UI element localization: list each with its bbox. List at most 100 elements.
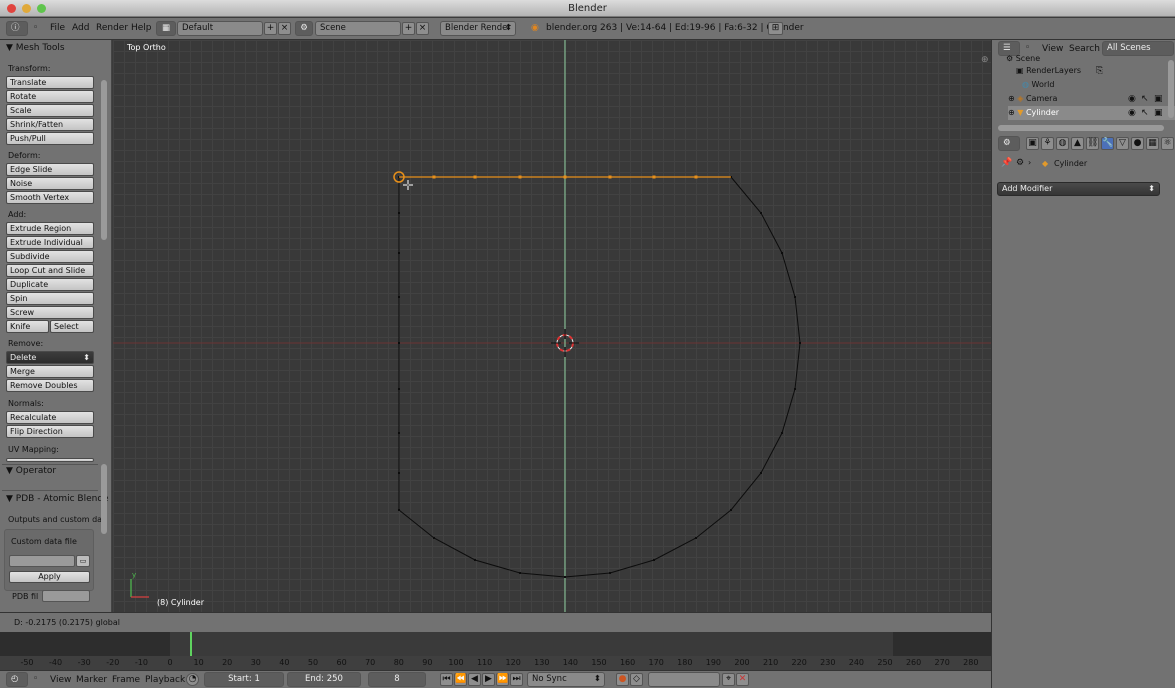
knife-select-button[interactable]: Select bbox=[50, 320, 94, 333]
current-frame-marker[interactable] bbox=[190, 632, 192, 656]
operator-panel-header[interactable]: ▼ Operator bbox=[6, 466, 56, 476]
jump-keyframe-forward-icon[interactable]: ⏩ bbox=[496, 673, 509, 686]
duplicate-button[interactable]: Duplicate bbox=[6, 278, 94, 291]
merge-button[interactable]: Merge bbox=[6, 365, 94, 378]
data-tab-icon[interactable]: ▽ bbox=[1116, 137, 1129, 150]
mesh-tools-panel-header[interactable]: ▼ Mesh Tools bbox=[6, 43, 65, 53]
texture-tab-icon[interactable]: ▦ bbox=[1146, 137, 1159, 150]
physics-tab-icon[interactable]: ⚛ bbox=[1161, 137, 1174, 150]
folder-icon[interactable]: ▭ bbox=[76, 555, 90, 567]
viewport-canvas[interactable]: y ⊕ bbox=[113, 40, 991, 612]
menu-render[interactable]: Render bbox=[96, 23, 128, 33]
screw-button[interactable]: Screw bbox=[6, 306, 94, 319]
delete-scene-icon[interactable]: × bbox=[416, 22, 429, 35]
current-frame-field[interactable]: 8 bbox=[368, 672, 426, 687]
timeline-editor-type-menu[interactable]: ◴ bbox=[6, 672, 28, 687]
uv-unwrap-button[interactable] bbox=[6, 458, 94, 462]
jump-end-icon[interactable]: ⏭ bbox=[510, 673, 523, 686]
loop-cut-button[interactable]: Loop Cut and Slide bbox=[6, 264, 94, 277]
custom-data-file-input[interactable] bbox=[9, 555, 75, 567]
add-modifier-menu[interactable]: Add Modifier ⬍ bbox=[997, 182, 1160, 196]
end-frame-field[interactable]: End: 250 bbox=[287, 672, 361, 687]
shrink-fatten-button[interactable]: Shrink/Fatten bbox=[6, 118, 94, 131]
record-icon[interactable]: ● bbox=[616, 673, 629, 686]
outliner-menu-search[interactable]: Search bbox=[1069, 44, 1100, 54]
outliner-row-scene[interactable]: ⚙ Scene bbox=[1006, 54, 1175, 64]
render-camera-icon[interactable]: ▣ bbox=[1154, 106, 1163, 120]
menu-marker[interactable]: Marker bbox=[76, 675, 107, 685]
render-camera-icon[interactable]: ▣ bbox=[1154, 92, 1163, 106]
properties-editor-type-menu[interactable]: ⚙ bbox=[998, 136, 1020, 151]
push-pull-button[interactable]: Push/Pull bbox=[6, 132, 94, 145]
extrude-region-button[interactable]: Extrude Region bbox=[6, 222, 94, 235]
spin-button[interactable]: Spin bbox=[6, 292, 94, 305]
collapse-menus-icon[interactable]: ◦ bbox=[1025, 43, 1030, 53]
world-tab-icon[interactable]: ◍ bbox=[1056, 137, 1069, 150]
menu-view[interactable]: View bbox=[50, 675, 71, 685]
zoom-window-button[interactable] bbox=[37, 4, 46, 13]
screen-layout-field[interactable]: Default bbox=[177, 21, 263, 36]
noise-button[interactable]: Noise bbox=[6, 177, 94, 190]
remove-doubles-button[interactable]: Remove Doubles bbox=[6, 379, 94, 392]
material-tab-icon[interactable]: ● bbox=[1131, 137, 1144, 150]
timeline-ruler[interactable]: -50 -40 -30 -20 -10 0 10 20 30 40 50 60 70 80 90 100 110… bbox=[0, 656, 991, 670]
pin-icon[interactable]: 📌 bbox=[1001, 158, 1012, 168]
keying-set-field[interactable] bbox=[648, 672, 720, 687]
outliner-row-world[interactable]: ◍ World bbox=[1022, 78, 1175, 92]
rotate-button[interactable]: Rotate bbox=[6, 90, 94, 103]
editor-type-menu[interactable]: ⓘ bbox=[6, 21, 28, 36]
pdb-file-input[interactable] bbox=[42, 590, 90, 602]
render-tab-icon[interactable]: ▣ bbox=[1026, 137, 1039, 150]
scene-field[interactable]: Scene bbox=[315, 21, 401, 36]
toolshelf-scrollbar[interactable] bbox=[101, 80, 107, 240]
render-engine-select[interactable]: Blender Render ⬍ bbox=[440, 21, 516, 36]
scene-tab-icon[interactable]: ⚘ bbox=[1041, 137, 1054, 150]
start-frame-field[interactable]: Start: 1 bbox=[204, 672, 284, 687]
close-window-button[interactable] bbox=[7, 4, 16, 13]
subdivide-button[interactable]: Subdivide bbox=[6, 250, 94, 263]
recalculate-button[interactable]: Recalculate bbox=[6, 411, 94, 424]
jump-keyframe-back-icon[interactable]: ⏪ bbox=[454, 673, 467, 686]
sync-mode-select[interactable]: No Sync ⬍ bbox=[527, 672, 605, 687]
pdb-panel-header[interactable]: ▼ PDB - Atomic Blende bbox=[6, 494, 109, 504]
pdb-scrollbar[interactable] bbox=[101, 494, 107, 534]
visibility-eye-icon[interactable]: ◉ bbox=[1128, 106, 1136, 120]
outliner-row-camera[interactable]: ⊕ ◈ Camera ◉ ↖ ▣ bbox=[1008, 92, 1175, 106]
select-cursor-icon[interactable]: ↖ bbox=[1141, 106, 1149, 120]
outliner-vertical-scrollbar[interactable] bbox=[1168, 60, 1174, 118]
scene-icon[interactable]: ⚙ bbox=[295, 21, 313, 36]
add-screen-icon[interactable]: + bbox=[264, 22, 277, 35]
delete-menu[interactable]: Delete ⬍ bbox=[6, 351, 94, 364]
minimize-window-button[interactable] bbox=[22, 4, 31, 13]
collapse-menus-icon[interactable]: ◦ bbox=[33, 23, 38, 33]
jump-start-icon[interactable]: ⏮ bbox=[440, 673, 453, 686]
add-scene-icon[interactable]: + bbox=[402, 22, 415, 35]
collapse-menus-icon[interactable]: ◦ bbox=[33, 674, 38, 684]
flip-direction-button[interactable]: Flip Direction bbox=[6, 425, 94, 438]
edge-slide-button[interactable]: Edge Slide bbox=[6, 163, 94, 176]
menu-help[interactable]: Help bbox=[131, 23, 152, 33]
scale-button[interactable]: Scale bbox=[6, 104, 94, 117]
modifiers-tab-icon[interactable]: 🔧 bbox=[1101, 137, 1114, 150]
select-cursor-icon[interactable]: ↖ bbox=[1141, 92, 1149, 106]
insert-keyframe-icon[interactable]: ⌖ bbox=[722, 673, 735, 686]
outliner-menu-view[interactable]: View bbox=[1042, 44, 1063, 54]
apply-button[interactable]: Apply bbox=[9, 571, 90, 583]
knife-button[interactable]: Knife bbox=[6, 320, 49, 333]
menu-add[interactable]: Add bbox=[72, 23, 89, 33]
delete-keyframe-icon[interactable]: ✕ bbox=[736, 673, 749, 686]
extrude-individual-button[interactable]: Extrude Individual bbox=[6, 236, 94, 249]
constraints-tab-icon[interactable]: ⛓ bbox=[1086, 137, 1099, 150]
fullscreen-icon[interactable]: ⊞ bbox=[768, 22, 783, 35]
smooth-vertex-button[interactable]: Smooth Vertex bbox=[6, 191, 94, 204]
timeline-editor[interactable]: -50 -40 -30 -20 -10 0 10 20 30 40 50 60 70 80 90 100 110… bbox=[0, 632, 991, 670]
visibility-eye-icon[interactable]: ◉ bbox=[1128, 92, 1136, 106]
keyframe-type-icon[interactable]: ◇ bbox=[630, 673, 643, 686]
object-tab-icon[interactable]: ▲ bbox=[1071, 137, 1084, 150]
screen-layout-icon[interactable]: ▦ bbox=[156, 21, 176, 36]
delete-screen-icon[interactable]: × bbox=[278, 22, 291, 35]
outliner-row-renderlayers[interactable]: ▣ RenderLayers ⎘ bbox=[1016, 64, 1175, 78]
menu-playback[interactable]: Playback bbox=[145, 675, 185, 685]
3d-viewport[interactable]: Top Ortho (8) Cylinder y ⊕ bbox=[113, 40, 991, 612]
outliner-row-cylinder[interactable]: ⊕ ▼ Cylinder ◉ ↖ ▣ bbox=[1008, 106, 1175, 120]
